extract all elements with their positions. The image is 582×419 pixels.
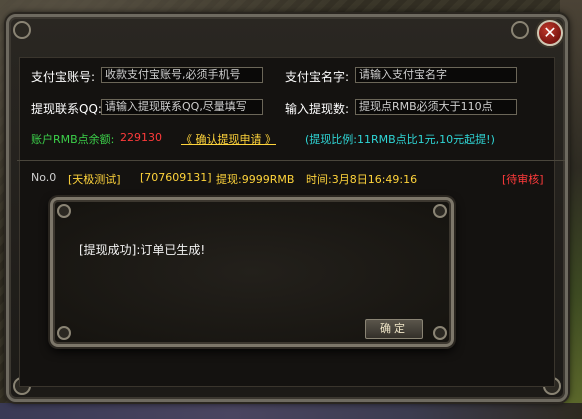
withdraw-amount-label: 输入提现数: xyxy=(285,102,350,116)
record-name: [天极测试] xyxy=(68,173,121,186)
success-dialog: [提现成功]:订单已生成! 确定 xyxy=(50,197,454,347)
dialog-corner-ornament xyxy=(433,326,447,340)
game-world-floor xyxy=(0,403,582,419)
ok-button[interactable]: 确定 xyxy=(365,319,423,339)
record-number: No.0 xyxy=(31,171,57,184)
alipay-account-input[interactable]: 收款支付宝账号,必须手机号 xyxy=(101,67,263,83)
record-time: 时间:3月8日16:49:16 xyxy=(306,173,418,186)
panel-corner-ornament xyxy=(13,21,31,39)
contact-qq-input[interactable]: 请输入提现联系QQ,尽量填写 xyxy=(101,99,263,115)
alipay-account-label: 支付宝账号: xyxy=(31,70,96,84)
record-amount: 提现:9999RMB xyxy=(216,173,295,186)
dialog-corner-ornament xyxy=(57,326,71,340)
record-status-badge: [待审核] xyxy=(502,173,544,186)
alipay-name-input[interactable]: 请输入支付宝名字 xyxy=(355,67,517,83)
alipay-name-label: 支付宝名字: xyxy=(285,70,350,84)
close-button[interactable]: ✕ xyxy=(537,20,563,46)
record-id: [707609131] xyxy=(140,171,212,184)
close-icon: ✕ xyxy=(543,23,557,42)
withdraw-ratio-note: (提现比例:11RMB点比1元,10元起提!) xyxy=(305,133,495,146)
withdraw-amount-input[interactable]: 提现点RMB必须大于110点 xyxy=(355,99,517,115)
balance-value: 229130 xyxy=(120,131,162,144)
balance-label: 账户RMB点余额: xyxy=(31,133,115,146)
dialog-corner-ornament xyxy=(433,204,447,218)
contact-qq-label: 提现联系QQ: xyxy=(31,102,102,116)
section-divider xyxy=(17,160,565,161)
dialog-message: [提现成功]:订单已生成! xyxy=(79,243,206,257)
panel-corner-ornament xyxy=(511,21,529,39)
confirm-withdraw-link[interactable]: 《 确认提现申请 》 xyxy=(181,131,276,147)
dialog-corner-ornament xyxy=(57,204,71,218)
